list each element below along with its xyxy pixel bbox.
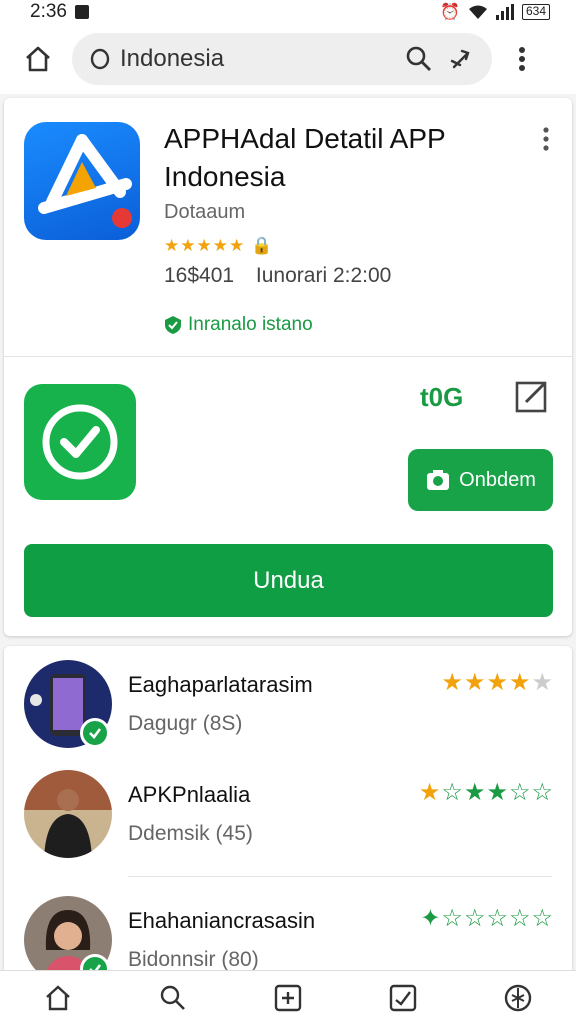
update-date: Iunorari 2:2:00: [255, 264, 392, 287]
item-subtitle: Dagugr (8S): [128, 712, 243, 735]
more-vert-icon: [519, 47, 525, 71]
top-bar: Indonesia: [0, 24, 576, 94]
item-name: Ehahaniancrasasin: [128, 908, 316, 933]
home-icon: [45, 984, 70, 1010]
price-label: t0G: [420, 382, 464, 412]
rating-stars: ★★★★★: [164, 236, 246, 255]
star-icon: ★: [418, 779, 442, 806]
search-icon: [406, 46, 431, 71]
app-title: APPHAdal Detatil APP Indonesia: [164, 123, 446, 192]
edit-icon: [515, 381, 547, 413]
app-rating: ★★★★★ 🔒: [164, 236, 273, 256]
edit-button[interactable]: [512, 376, 552, 416]
app-meta: 16$401 Iunorari 2:2:00: [164, 264, 391, 288]
open-button-label: Onbdem: [459, 468, 536, 491]
item-rating: ✦☆☆☆☆☆: [420, 904, 554, 933]
search-button[interactable]: [402, 42, 436, 76]
item-rating: ★★★★★: [441, 668, 554, 697]
home-button[interactable]: [14, 35, 62, 83]
person-image-icon: [24, 770, 112, 858]
notification-icon: [74, 5, 89, 19]
download-count: 16$401: [164, 264, 235, 287]
star-outline-icon: ✦☆☆☆☆☆: [420, 905, 554, 932]
status-time: 2:36: [30, 1, 67, 22]
item-subtitle: Bidonnsir (80): [128, 948, 259, 971]
verified-badge: Inranalo istano: [164, 314, 313, 336]
signal-icon: [495, 4, 514, 20]
settings-icon: [505, 984, 532, 1011]
share-icon: [450, 49, 470, 69]
divider: [4, 356, 572, 357]
star-outline-icon: ☆★★☆☆: [441, 779, 554, 806]
nav-add-button[interactable]: [268, 978, 308, 1018]
list-item[interactable]: Eaghaparlatarasim Dagugr (8S) ★★★★★: [4, 646, 572, 756]
avatar: [24, 770, 112, 858]
search-circle-icon: [90, 48, 110, 70]
wifi-icon: [468, 5, 487, 19]
search-query[interactable]: Indonesia: [120, 45, 394, 73]
status-bar: 2:36 ⏰ 634: [0, 0, 576, 24]
search-icon: [160, 985, 185, 1010]
camera-icon: [427, 470, 450, 490]
install-button-label: Undua: [253, 566, 324, 594]
search-bar[interactable]: Indonesia: [72, 33, 492, 85]
verified-label: Inranalo istano: [188, 314, 313, 335]
secondary-app-icon[interactable]: [24, 384, 136, 500]
item-name: Eaghaparlatarasim: [128, 672, 313, 697]
lock-icon: 🔒: [250, 236, 274, 255]
developer-name[interactable]: Dotaaum: [164, 201, 245, 224]
app-more-button[interactable]: [534, 124, 558, 154]
star-icon: ★★★★: [441, 669, 532, 696]
add-icon: [274, 984, 302, 1011]
item-rating: ★☆★★☆☆: [419, 778, 554, 807]
app-icon[interactable]: [24, 122, 140, 240]
verified-check-icon: [80, 718, 110, 748]
check-circle-icon: [42, 404, 118, 480]
install-button[interactable]: Undua: [24, 544, 553, 617]
list-item[interactable]: APKPnlaalia Ddemsik (45) ★☆★★☆☆: [4, 756, 572, 866]
share-button[interactable]: [444, 42, 478, 76]
app-detail-card: APPHAdal Detatil APP Indonesia Dotaaum ★…: [4, 98, 572, 636]
home-icon: [26, 46, 50, 72]
alarm-icon: ⏰: [440, 4, 460, 21]
battery-icon: 634: [521, 4, 550, 20]
nav-chart-button[interactable]: [383, 978, 423, 1018]
divider: [128, 876, 552, 877]
review-list-card: Eaghaparlatarasim Dagugr (8S) ★★★★★ APKP…: [4, 646, 572, 984]
shield-icon: [165, 316, 181, 334]
item-subtitle: Ddemsik (45): [128, 822, 253, 845]
item-name: APKPnlaalia: [128, 782, 251, 807]
bottom-navigation: [0, 970, 576, 1024]
star-empty-icon: ★: [531, 669, 554, 696]
nav-settings-button[interactable]: [498, 978, 538, 1018]
overflow-menu-button[interactable]: [498, 35, 546, 83]
more-vert-icon: [543, 127, 549, 151]
open-button[interactable]: Onbdem: [408, 449, 553, 511]
chart-icon: [389, 984, 417, 1011]
nav-search-button[interactable]: [153, 978, 193, 1018]
app-logo-icon: [38, 134, 132, 228]
nav-home-button[interactable]: [38, 978, 78, 1018]
